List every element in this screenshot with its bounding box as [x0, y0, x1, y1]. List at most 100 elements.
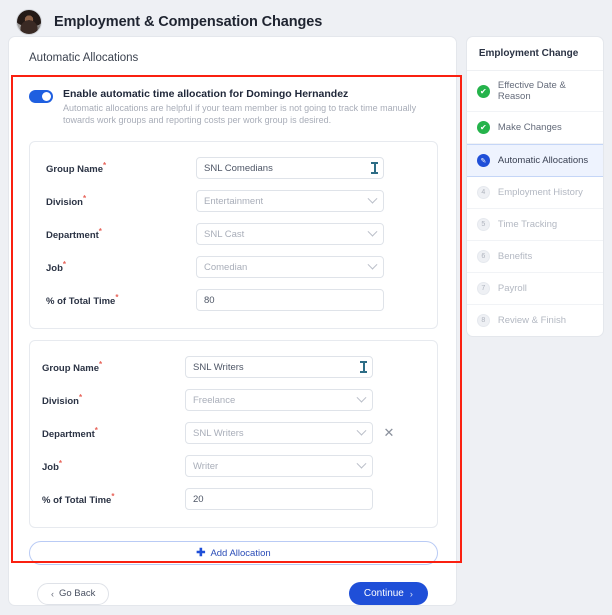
chevron-right-icon: › [410, 589, 413, 599]
required-asterisk: * [63, 260, 66, 269]
go-back-label: Go Back [59, 588, 95, 599]
job-select[interactable]: Writer [185, 455, 373, 477]
go-back-button[interactable]: ‹ Go Back [37, 583, 109, 605]
chevron-down-icon [368, 193, 378, 203]
sidebar-item-payroll[interactable]: 7 Payroll [467, 273, 603, 305]
sidebar-item-time-tracking[interactable]: 5 Time Tracking [467, 209, 603, 241]
job-select[interactable]: Comedian [196, 256, 384, 278]
sidebar-item-automatic-allocations[interactable]: ✎ Automatic Allocations [467, 144, 603, 177]
sidebar-item-make-changes[interactable]: ✔ Make Changes [467, 112, 603, 144]
required-asterisk: * [99, 227, 102, 236]
division-select[interactable]: Entertainment [196, 190, 384, 212]
field-label: Group Name* [46, 161, 196, 175]
enable-allocation-toggle[interactable] [29, 90, 53, 103]
field-row-department: Department* SNL Writers ✕ [30, 419, 437, 447]
division-select[interactable]: Freelance [185, 389, 373, 411]
continue-label: Continue [364, 588, 404, 599]
field-value: 80 [204, 295, 215, 306]
field-label: Division* [46, 194, 196, 208]
required-asterisk: * [59, 459, 62, 468]
text-cursor-icon [360, 361, 367, 373]
main-content-card: Automatic Allocations Enable automatic t… [8, 36, 457, 606]
field-label: % of Total Time* [46, 293, 196, 307]
form-footer: ‹ Go Back Continue › [19, 565, 446, 605]
field-row-division: Division* Entertainment [30, 187, 437, 215]
field-label: Department* [42, 426, 185, 440]
field-value: SNL Comedians [204, 163, 273, 174]
allocation-card: Group Name* SNL Comedians Division* Ente… [29, 141, 438, 329]
field-row-job: Job* Writer [30, 452, 437, 480]
sidebar-item-label: Automatic Allocations [498, 155, 588, 166]
percent-total-time-input[interactable]: 80 [196, 289, 384, 311]
required-asterisk: * [103, 161, 106, 170]
field-row-percent-time: % of Total Time* 20 [30, 485, 437, 513]
step-number-badge: 6 [477, 250, 490, 263]
field-value: 20 [193, 494, 204, 505]
remove-allocation-button[interactable]: ✕ [382, 426, 396, 440]
sidebar-item-label: Time Tracking [498, 219, 557, 230]
group-name-input[interactable]: SNL Writers [185, 356, 373, 378]
section-title: Automatic Allocations [9, 37, 456, 78]
sidebar-item-label: Employment History [498, 187, 583, 198]
field-label: Job* [46, 260, 196, 274]
chevron-down-icon [357, 392, 367, 402]
sidebar-item-benefits[interactable]: 6 Benefits [467, 241, 603, 273]
step-number-badge: 7 [477, 282, 490, 295]
sidebar-item-label: Review & Finish [498, 315, 566, 326]
field-value: SNL Cast [204, 229, 244, 240]
required-asterisk: * [83, 194, 86, 203]
field-label: Job* [42, 459, 185, 473]
department-select[interactable]: SNL Writers ✕ [185, 422, 373, 444]
percent-total-time-input[interactable]: 20 [185, 488, 373, 510]
enable-allocation-row: Enable automatic time allocation for Dom… [19, 78, 446, 130]
step-number-badge: 4 [477, 186, 490, 199]
field-value: SNL Writers [193, 428, 244, 439]
field-value: Freelance [193, 395, 235, 406]
allocations-body: Enable automatic time allocation for Dom… [9, 78, 456, 605]
field-label: % of Total Time* [42, 492, 185, 506]
allocation-card: Group Name* SNL Writers Division* Freela… [29, 340, 438, 528]
step-number-badge: 5 [477, 218, 490, 231]
steps-sidebar: Employment Change ✔ Effective Date & Rea… [466, 36, 604, 337]
group-name-input[interactable]: SNL Comedians [196, 157, 384, 179]
field-label: Group Name* [42, 360, 185, 374]
field-value: SNL Writers [193, 362, 244, 373]
toggle-description: Automatic allocations are helpful if you… [63, 103, 438, 126]
field-row-percent-time: % of Total Time* 80 [30, 286, 437, 314]
chevron-down-icon [368, 226, 378, 236]
page-title: Employment & Compensation Changes [54, 14, 322, 30]
sidebar-item-employment-history[interactable]: 4 Employment History [467, 177, 603, 209]
sidebar-item-review-finish[interactable]: 8 Review & Finish [467, 305, 603, 336]
toggle-knob [42, 92, 51, 101]
required-asterisk: * [79, 393, 82, 402]
toggle-text-block: Enable automatic time allocation for Dom… [63, 88, 438, 126]
sidebar-item-label: Effective Date & Reason [498, 80, 593, 102]
required-asterisk: * [111, 492, 114, 501]
field-row-group-name: Group Name* SNL Comedians [30, 154, 437, 182]
check-circle-icon: ✔ [477, 85, 490, 98]
sidebar-item-effective-date-reason[interactable]: ✔ Effective Date & Reason [467, 71, 603, 112]
chevron-left-icon: ‹ [51, 589, 54, 599]
field-row-division: Division* Freelance [30, 386, 437, 414]
continue-button[interactable]: Continue › [349, 582, 428, 605]
toggle-label: Enable automatic time allocation for Dom… [63, 88, 438, 101]
required-asterisk: * [95, 426, 98, 435]
text-cursor-icon [371, 162, 378, 174]
department-select[interactable]: SNL Cast [196, 223, 384, 245]
required-asterisk: * [99, 360, 102, 369]
avatar [16, 9, 42, 35]
field-value: Writer [193, 461, 218, 472]
chevron-down-icon [357, 425, 367, 435]
page-header: Employment & Compensation Changes [0, 0, 612, 36]
field-row-department: Department* SNL Cast [30, 220, 437, 248]
sidebar-item-label: Make Changes [498, 122, 562, 133]
page-layout: Automatic Allocations Enable automatic t… [0, 36, 612, 606]
add-allocation-label: Add Allocation [210, 548, 270, 559]
field-value: Entertainment [204, 196, 263, 207]
chevron-down-icon [368, 259, 378, 269]
add-allocation-button[interactable]: ✚ Add Allocation [29, 541, 438, 565]
chevron-down-icon [357, 458, 367, 468]
sidebar-item-label: Payroll [498, 283, 527, 294]
field-label: Division* [42, 393, 185, 407]
field-value: Comedian [204, 262, 247, 273]
